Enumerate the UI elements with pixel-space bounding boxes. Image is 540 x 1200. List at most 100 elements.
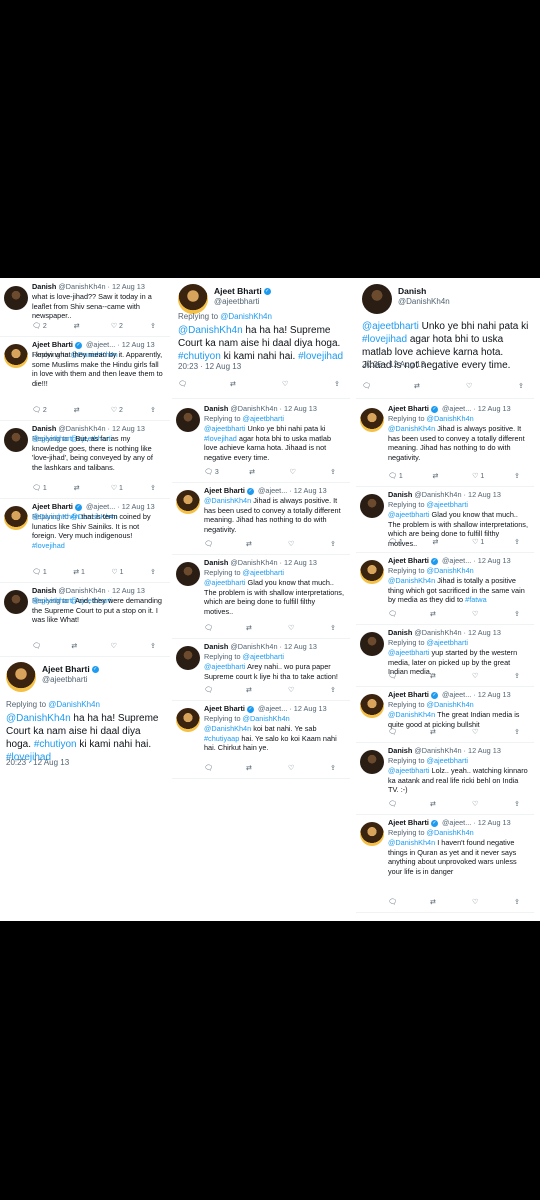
hashtag-link[interactable]: #lovejihad: [32, 541, 65, 550]
avatar[interactable]: [4, 506, 28, 530]
mention-link[interactable]: @ajeetbharti: [427, 756, 468, 765]
reply-icon[interactable]: 🗨 2: [32, 406, 47, 416]
hashtag-link[interactable]: #chutiyon: [34, 739, 77, 750]
mention-link[interactable]: @DanishKh4n: [388, 710, 435, 719]
reply-icon[interactable]: 🗨: [204, 540, 214, 550]
share-icon[interactable]: ⇪: [330, 686, 340, 696]
avatar[interactable]: [176, 646, 200, 670]
mention-link[interactable]: @ajeetbharti: [32, 434, 73, 443]
retweet-icon[interactable]: ⇄: [246, 624, 256, 634]
share-icon[interactable]: ⇪: [514, 610, 524, 620]
author-name[interactable]: Ajeet Bharti: [204, 486, 245, 495]
mention-link[interactable]: @DanishKh4n: [220, 312, 272, 321]
mention-link[interactable]: @DanishKh4n: [48, 700, 100, 709]
author-name[interactable]: Danish: [388, 746, 412, 755]
retweet-icon[interactable]: ⇄: [249, 468, 259, 478]
mention-link[interactable]: @ajeetbharti: [204, 424, 245, 433]
reply-icon[interactable]: 🗨: [388, 728, 398, 738]
tweet-card[interactable]: Danish @DanishKh4n · 12 Aug 13 what is lo…: [0, 278, 170, 337]
mention-link[interactable]: @DanishKh4n: [427, 700, 474, 709]
retweet-icon[interactable]: ⇄: [430, 610, 440, 620]
avatar[interactable]: [360, 632, 384, 656]
mention-link[interactable]: @DanishKh4n: [388, 424, 435, 433]
author-name[interactable]: Danish: [32, 282, 56, 291]
like-icon[interactable]: ♡: [472, 728, 482, 738]
like-icon[interactable]: ♡ 2: [111, 322, 123, 332]
reply-icon[interactable]: 🗨: [204, 764, 214, 774]
like-icon[interactable]: ♡: [472, 610, 482, 620]
avatar[interactable]: [360, 750, 384, 774]
reply-icon[interactable]: 🗨: [388, 898, 398, 908]
share-icon[interactable]: ⇪: [518, 382, 528, 392]
mention-link[interactable]: @ajeetbharti: [388, 766, 429, 775]
avatar[interactable]: [4, 590, 28, 614]
author-name[interactable]: Danish: [388, 628, 412, 637]
tweet-card[interactable]: Danish @DanishKh4n · 12 Aug 13 Replying t…: [0, 420, 170, 499]
reply-icon[interactable]: 🗨 1: [32, 568, 47, 578]
share-icon[interactable]: ⇪: [150, 406, 160, 416]
avatar[interactable]: [4, 344, 28, 368]
avatar[interactable]: [360, 822, 384, 846]
avatar[interactable]: [362, 284, 392, 314]
like-icon[interactable]: ♡ 2: [111, 406, 123, 416]
retweet-icon[interactable]: ⇄: [74, 406, 84, 416]
tweet-card[interactable]: Ajeet Bharti ✓ @ajeet... · 12 Aug 13 Reply…: [356, 686, 534, 743]
avatar[interactable]: [360, 408, 384, 432]
hashtag-link[interactable]: #chutiyon: [178, 351, 221, 362]
mention-link[interactable]: @ajeetbharti: [388, 648, 429, 657]
tweet-card[interactable]: Danish @DanishKh4n · 12 Aug 13 Replying t…: [356, 486, 534, 553]
reply-icon[interactable]: 🗨: [204, 686, 214, 696]
mention-link[interactable]: @DanishKh4n: [427, 828, 474, 837]
mention-link[interactable]: @ajeetbharti: [243, 414, 284, 423]
mention-link[interactable]: @ajeetbharti: [204, 578, 245, 587]
mention-link[interactable]: @DanishKh4n: [427, 414, 474, 423]
like-icon[interactable]: ♡ 1: [111, 568, 123, 578]
avatar[interactable]: [176, 490, 200, 514]
avatar[interactable]: [4, 428, 28, 452]
author-name[interactable]: Ajeet Bharti: [204, 704, 245, 713]
author-name[interactable]: Danish: [32, 586, 56, 595]
retweet-icon[interactable]: ⇄: [74, 322, 84, 332]
hashtag-link[interactable]: #lovejihad: [204, 434, 237, 443]
avatar[interactable]: [176, 708, 200, 732]
author-name[interactable]: Danish: [204, 558, 228, 567]
share-icon[interactable]: ⇪: [514, 672, 524, 682]
retweet-icon[interactable]: ⇄: [414, 382, 424, 392]
avatar[interactable]: [360, 694, 384, 718]
hashtag-link[interactable]: #fatwa: [465, 595, 487, 604]
retweet-icon[interactable]: ⇄: [430, 898, 440, 908]
mention-link[interactable]: @DanishKh4n: [204, 724, 251, 733]
hashtag-link[interactable]: #lovejihad: [298, 351, 343, 362]
author-name[interactable]: Danish: [398, 286, 426, 296]
share-icon[interactable]: ⇪: [330, 764, 340, 774]
mention-link[interactable]: @DanishKh4n: [388, 838, 435, 847]
author-name[interactable]: Ajeet Bharti: [388, 556, 429, 565]
share-icon[interactable]: ⇪: [330, 540, 340, 550]
mention-link[interactable]: @DanishKh4n: [6, 713, 71, 724]
retweet-icon[interactable]: ⇄: [74, 484, 84, 494]
share-icon[interactable]: ⇪: [150, 484, 160, 494]
author-name[interactable]: Danish: [204, 642, 228, 651]
avatar[interactable]: [360, 560, 384, 584]
reply-icon[interactable]: 🗨: [388, 610, 398, 620]
mention-link[interactable]: @DanishKh4n: [204, 496, 251, 505]
avatar[interactable]: [6, 662, 36, 692]
like-icon[interactable]: ♡: [290, 468, 300, 478]
reply-icon[interactable]: 🗨: [32, 642, 42, 652]
mention-link[interactable]: @ajeetbharti: [243, 568, 284, 577]
tweet-card[interactable]: Ajeet Bharti ✓ @ajeet... · 12 Aug 13 Reply…: [0, 498, 170, 583]
retweet-icon[interactable]: ⇄: [246, 540, 256, 550]
author-name[interactable]: Ajeet Bharti: [214, 286, 262, 296]
like-icon[interactable]: ♡: [472, 672, 482, 682]
mention-link[interactable]: @DanishKh4n: [178, 325, 243, 336]
mention-link[interactable]: @ajeetbharti: [243, 652, 284, 661]
tweet-card[interactable]: Danish @DanishKh4n · 12 Aug 13 Replying t…: [172, 400, 350, 483]
tweet-card[interactable]: Danish @DanishKh4n · 12 Aug 13 Replying t…: [356, 742, 534, 815]
mention-link[interactable]: @DanishKh4n: [32, 512, 79, 521]
like-icon[interactable]: ♡: [288, 686, 298, 696]
tweet-card[interactable]: Danish @DanishKh4n · 12 Aug 13 Replying t…: [356, 624, 534, 687]
like-icon[interactable]: ♡: [472, 898, 482, 908]
retweet-icon[interactable]: ⇄: [432, 538, 442, 548]
author-name[interactable]: Ajeet Bharti: [42, 664, 90, 674]
retweet-icon[interactable]: ⇄: [246, 764, 256, 774]
